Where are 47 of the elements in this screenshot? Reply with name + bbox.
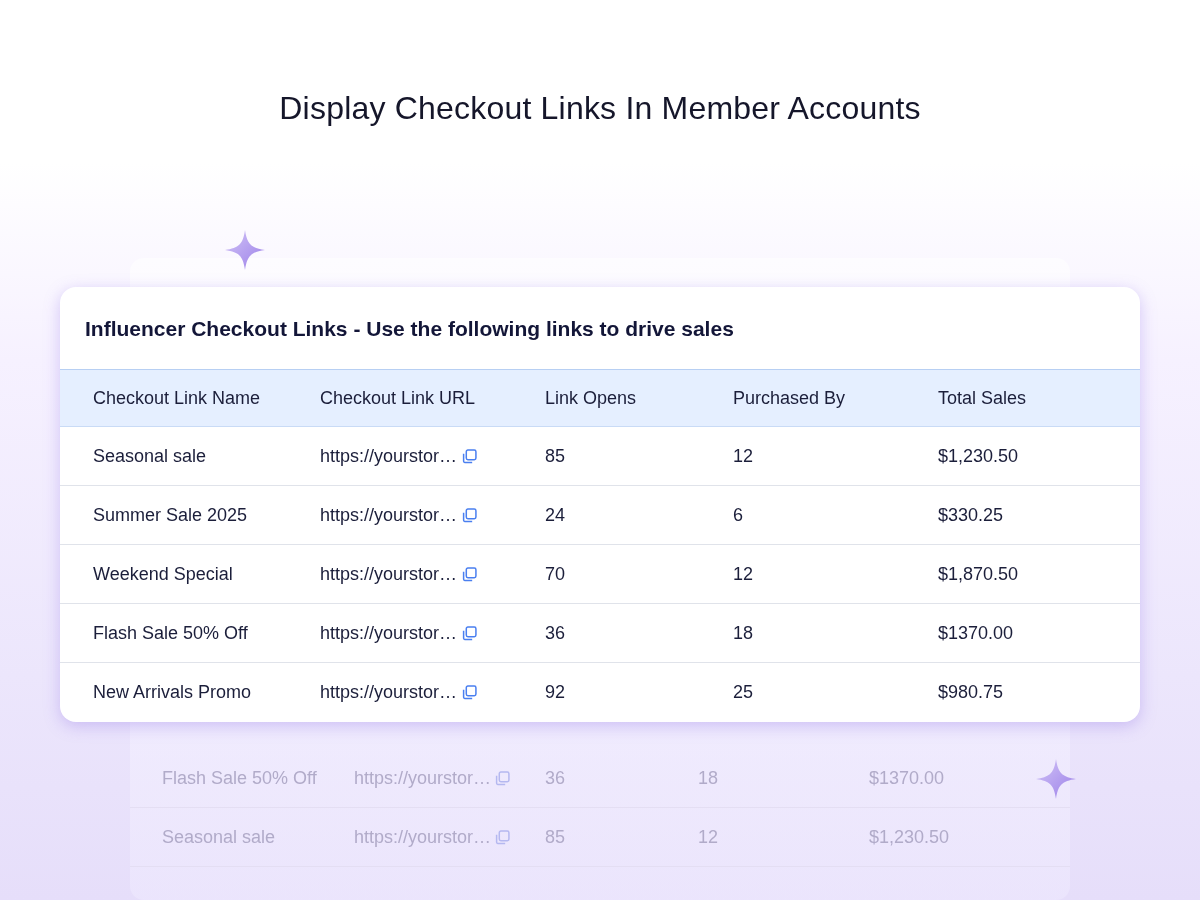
table-cell-text: Seasonal sale xyxy=(93,445,208,467)
column-header: Checkout Link Name xyxy=(93,387,262,409)
table-cell-text: 85 xyxy=(545,445,567,467)
table-cell-text: 85 xyxy=(545,826,567,848)
table-cell-text: Summer Sale 2025 xyxy=(93,504,249,526)
table-cell-text: $980.75 xyxy=(938,682,1005,703)
table-cell-text: 36 xyxy=(545,767,567,789)
table-cell-text: $1,230.50 xyxy=(938,445,1020,467)
table-cell-text: Flash Sale 50% Off xyxy=(93,622,249,644)
table-cell-text: 12 xyxy=(733,563,755,585)
table-cell-text: 18 xyxy=(733,622,755,644)
link-url[interactable]: https://yourstor… xyxy=(320,504,458,526)
copy-icon[interactable] xyxy=(462,566,478,582)
link-url[interactable]: https://yourstor… xyxy=(320,622,458,644)
table-cell-text: 18 xyxy=(698,767,720,789)
column-header: Link Opens xyxy=(545,387,638,409)
column-header: Purchased By xyxy=(733,387,847,409)
copy-icon[interactable] xyxy=(462,625,478,641)
table-cell-text: Flash Sale 50% Off xyxy=(162,767,318,789)
table-cell-text: $1,230.50 xyxy=(869,826,951,848)
sparkle-icon xyxy=(225,230,265,270)
sparkle-icon xyxy=(1036,759,1076,799)
table-cell-text: $330.25 xyxy=(938,504,1005,526)
headline: Display Checkout Links In Member Accounts xyxy=(278,89,922,127)
table-cell-text: 25 xyxy=(733,682,755,703)
link-url[interactable]: https://yourstor… xyxy=(320,445,458,467)
copy-icon[interactable] xyxy=(462,507,478,523)
table-cell-text: 12 xyxy=(698,826,720,848)
column-header: Total Sales xyxy=(938,387,1028,409)
table-cell-text: Weekend Special xyxy=(93,563,234,585)
column-header: Checkout Link URL xyxy=(320,387,477,409)
link-url[interactable]: https://yourstor… xyxy=(320,682,458,703)
copy-icon[interactable] xyxy=(462,685,478,700)
link-url[interactable]: https://yourstor… xyxy=(320,563,458,585)
table-cell-text: 92 xyxy=(545,682,567,703)
table-cell-text: $1,870.50 xyxy=(938,563,1020,585)
card-title: Influencer Checkout Links - Use the following links to drive sales xyxy=(84,316,735,342)
table-cell-text: 6 xyxy=(733,504,744,526)
table-cell-text: 36 xyxy=(545,622,567,644)
table-cell-text: $1370.00 xyxy=(869,767,946,789)
table-cell-text: $1370.00 xyxy=(938,622,1015,644)
table-cell-text: Seasonal sale xyxy=(162,826,277,848)
table-cell-text: 12 xyxy=(733,445,755,467)
table-cell-text: New Arrivals Promo xyxy=(93,682,253,703)
table-cell-text: 24 xyxy=(545,504,567,526)
copy-icon[interactable] xyxy=(462,448,478,464)
table-cell-text: 70 xyxy=(545,563,567,585)
